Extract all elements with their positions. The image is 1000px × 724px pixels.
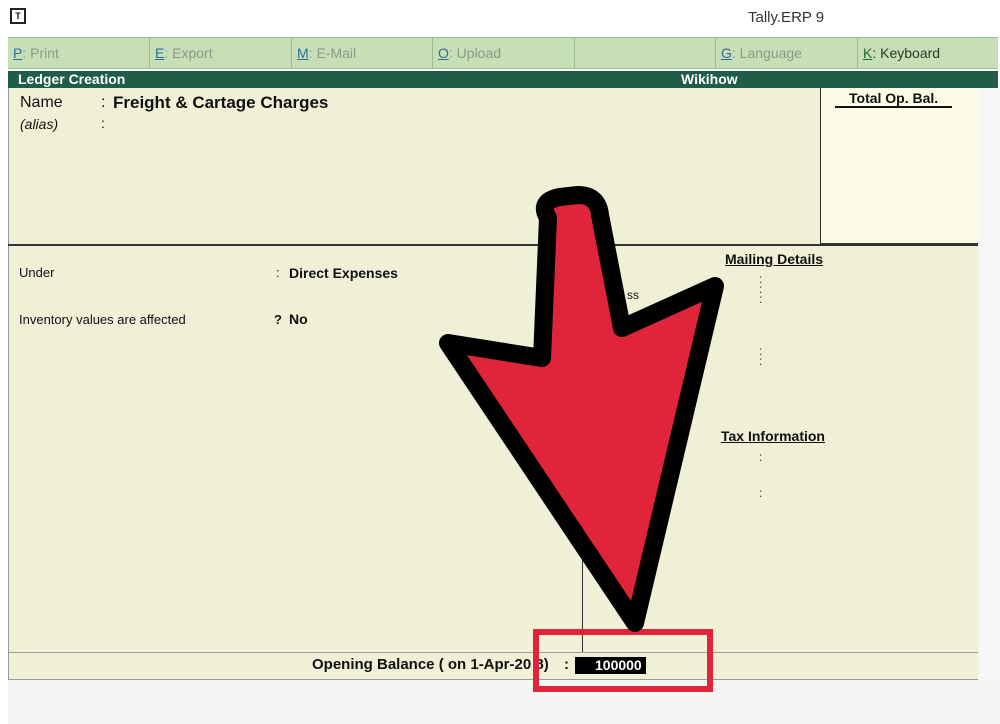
hotkey: E: [155, 45, 165, 61]
under-label: Under: [19, 265, 55, 280]
mailing-detail-separators: :::: [759, 272, 763, 306]
screen-title: Ledger Creation: [18, 71, 126, 87]
name-label: Name: [20, 94, 63, 111]
inventory-affected-label: Inventory values are affected: [19, 312, 186, 327]
opening-balance-row: Opening Balance ( on 1-Apr-20 8) : 10000…: [8, 652, 978, 680]
right-margin: [978, 88, 1000, 680]
print-button[interactable]: P: Print: [8, 38, 150, 68]
opening-balance-label: Opening Balance ( on 1-Apr-20 8): [312, 656, 549, 673]
hotkey: P: [13, 45, 23, 61]
hotkey: O: [438, 45, 449, 61]
button-label: : E-Mail: [308, 45, 357, 61]
company-name: Wikihow: [681, 71, 738, 87]
tally-logo-icon[interactable]: T: [10, 8, 26, 24]
tax-info-separator: :: [759, 450, 763, 464]
tax-info-separator: :: [759, 486, 763, 500]
export-button[interactable]: E: Export: [150, 38, 292, 68]
button-label: : Language: [731, 45, 802, 61]
language-button[interactable]: G: Language: [716, 38, 858, 68]
under-separator: :: [276, 265, 280, 280]
hotkey: K: [863, 45, 873, 61]
button-label: : Export: [164, 45, 213, 61]
button-label: : Upload: [448, 45, 502, 61]
total-op-bal-box: Total Op. Bal.: [820, 88, 979, 244]
under-field[interactable]: Direct Expenses: [289, 265, 398, 281]
title-bar: T Tally.ERP 9: [0, 0, 1000, 36]
button-label: : Keyboard: [872, 45, 941, 61]
email-button[interactable]: M: E-Mail: [292, 38, 433, 68]
alias-field[interactable]: :: [101, 115, 105, 131]
alias-label: (alias): [20, 116, 59, 132]
mailing-detail-separators: ::: [759, 344, 763, 368]
button-label: : Print: [22, 45, 59, 61]
bottom-area: [8, 680, 1000, 724]
screen-header: Ledger Creation Wikihow: [8, 71, 998, 88]
red-arrow-icon: [439, 186, 724, 632]
hotkey: M: [297, 45, 309, 61]
inventory-affected-separator: ?: [274, 312, 282, 327]
keyboard-button[interactable]: K: Keyboard: [858, 38, 998, 68]
hotkey: G: [721, 45, 732, 61]
empty-button[interactable]: [575, 38, 716, 68]
button-bar: P: Print E: Export M: E-Mail O: Upload G…: [8, 37, 998, 69]
inventory-affected-field[interactable]: No: [289, 311, 308, 327]
upload-button[interactable]: O: Upload: [433, 38, 575, 68]
name-colon: :: [101, 94, 106, 111]
window-title: Tally.ERP 9: [748, 9, 825, 26]
name-field[interactable]: Freight & Cartage Charges: [113, 93, 328, 113]
total-op-bal-title: Total Op. Bal.: [835, 90, 953, 108]
